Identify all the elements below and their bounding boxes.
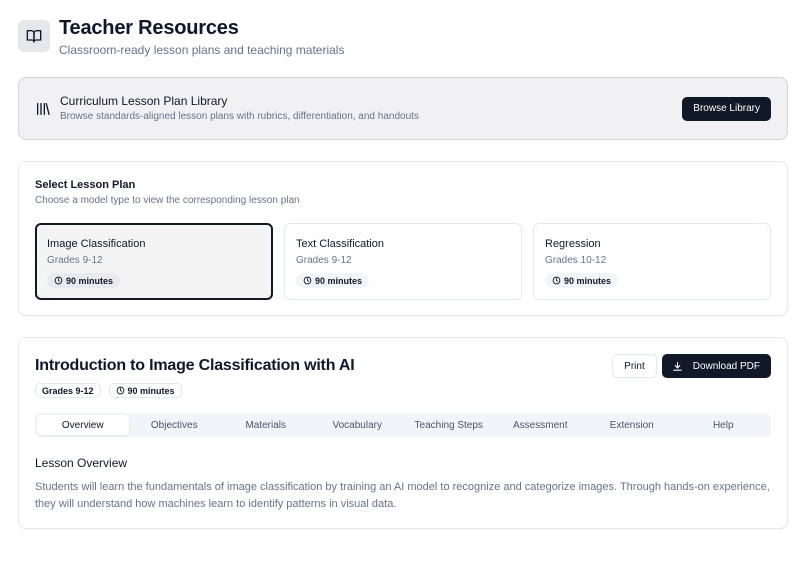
plan-title: Regression: [545, 238, 601, 250]
lesson-actions: Print Download PDF: [612, 354, 771, 378]
lesson-tabs: Overview Objectives Materials Vocabulary…: [35, 413, 771, 437]
tab-overview[interactable]: Overview: [37, 415, 129, 435]
lesson-plan-selector: Select Lesson Plan Choose a model type t…: [18, 161, 788, 316]
duration-text: 90 minutes: [127, 385, 175, 396]
banner-description: Browse standards-aligned lesson plans wi…: [60, 111, 419, 122]
duration-pill: 90 minutes: [47, 273, 121, 288]
page-subtitle: Classroom-ready lesson plans and teachin…: [59, 43, 345, 57]
lesson-badges: Grades 9-12 90 minutes: [35, 383, 355, 398]
clock-icon: [552, 276, 561, 285]
library-icon: [35, 101, 51, 117]
plan-title: Text Classification: [296, 238, 385, 250]
lesson-title: Introduction to Image Classification wit…: [35, 357, 355, 374]
overview-text: Students will learn the fundamentals of …: [35, 481, 770, 510]
plan-grades: Grades 10-12: [545, 255, 607, 266]
clock-icon: [116, 386, 124, 395]
tab-objectives[interactable]: Objectives: [129, 415, 221, 435]
tab-help[interactable]: Help: [678, 415, 770, 435]
plan-options: Image Classification Grades 9-12 90 minu…: [35, 223, 771, 300]
grades-badge: Grades 9-12: [35, 383, 101, 398]
duration-text: 90 minutes: [564, 275, 612, 286]
duration-badge: 90 minutes: [108, 383, 182, 398]
duration-text: 90 minutes: [315, 275, 363, 286]
overview-title: Lesson Overview: [35, 456, 128, 470]
library-banner: Curriculum Lesson Plan Library Browse st…: [18, 77, 788, 140]
browse-library-button[interactable]: Browse Library: [682, 96, 771, 121]
clock-icon: [303, 276, 312, 285]
duration-text: 90 minutes: [66, 275, 114, 286]
banner-title: Curriculum Lesson Plan Library: [60, 94, 228, 108]
tab-vocabulary[interactable]: Vocabulary: [312, 415, 404, 435]
plan-grades: Grades 9-12: [296, 255, 352, 266]
page-title: Teacher Resources: [59, 17, 239, 39]
plan-title: Image Classification: [47, 238, 146, 250]
duration-pill: 90 minutes: [545, 273, 619, 288]
download-pdf-label: Download PDF: [692, 360, 760, 372]
tab-materials[interactable]: Materials: [220, 415, 312, 435]
selector-description: Choose a model type to view the correspo…: [35, 195, 300, 206]
clock-icon: [54, 276, 63, 285]
download-pdf-button[interactable]: Download PDF: [661, 354, 771, 378]
plan-option-regression[interactable]: Regression Grades 10-12 90 minutes: [533, 223, 771, 300]
plan-option-image-classification[interactable]: Image Classification Grades 9-12 90 minu…: [35, 223, 273, 300]
tab-extension[interactable]: Extension: [586, 415, 678, 435]
tab-teaching-steps[interactable]: Teaching Steps: [403, 415, 495, 435]
plan-grades: Grades 9-12: [47, 255, 103, 266]
selector-title: Select Lesson Plan: [35, 179, 136, 191]
duration-pill: 90 minutes: [296, 273, 370, 288]
book-open-icon: [18, 20, 50, 52]
download-icon: [673, 361, 682, 371]
page-header: Teacher Resources Classroom-ready lesson…: [18, 14, 344, 58]
lesson-detail: Introduction to Image Classification wit…: [18, 337, 788, 529]
tab-assessment[interactable]: Assessment: [495, 415, 587, 435]
plan-option-text-classification[interactable]: Text Classification Grades 9-12 90 minut…: [284, 223, 522, 300]
print-button[interactable]: Print: [612, 354, 657, 378]
